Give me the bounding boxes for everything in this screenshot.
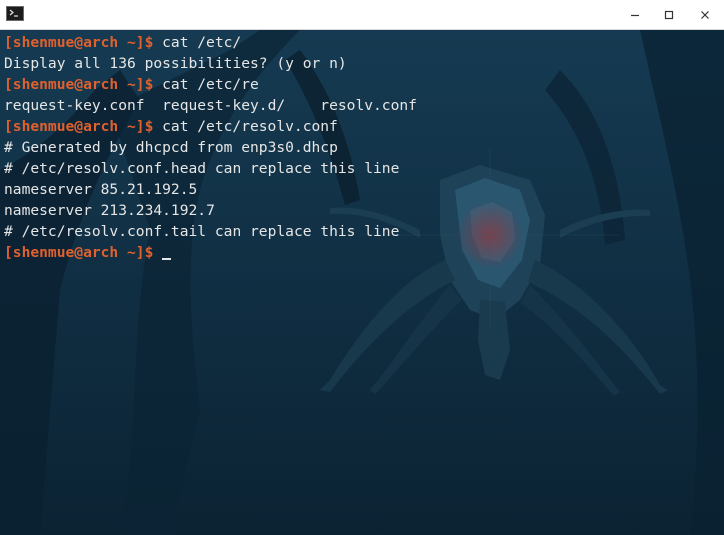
terminal-line: request-key.conf request-key.d/ resolv.c…: [4, 95, 417, 116]
output-text: # Generated by dhcpcd from enp3s0.dhcp: [4, 139, 338, 156]
maximize-icon: [664, 10, 674, 19]
terminal-area[interactable]: [shenmue@arch ~]$ cat /etc/Display all 1…: [0, 30, 724, 535]
terminal-line: [shenmue@arch ~]$ cat /etc/resolv.conf: [4, 116, 417, 137]
terminal-icon: [6, 6, 24, 21]
prompt: [shenmue@arch ~]$: [4, 244, 154, 261]
terminal-line: # Generated by dhcpcd from enp3s0.dhcp: [4, 137, 417, 158]
prompt: [shenmue@arch ~]$: [4, 34, 154, 51]
terminal-window: [shenmue@arch ~]$ cat /etc/Display all 1…: [0, 0, 724, 535]
title-bar[interactable]: [0, 0, 724, 30]
output-text: # /etc/resolv.conf.head can replace this…: [4, 160, 400, 177]
terminal-line: [shenmue@arch ~]$ cat /etc/: [4, 32, 417, 53]
terminal-line: # /etc/resolv.conf.head can replace this…: [4, 158, 417, 179]
output-text: # /etc/resolv.conf.tail can replace this…: [4, 223, 400, 240]
close-icon: [701, 10, 709, 19]
terminal-line: nameserver 213.234.192.7: [4, 200, 417, 221]
output-text: request-key.conf request-key.d/ resolv.c…: [4, 97, 417, 114]
terminal-line: Display all 136 possibilities? (y or n): [4, 53, 417, 74]
terminal-line: nameserver 85.21.192.5: [4, 179, 417, 200]
command-text: cat /etc/resolv.conf: [162, 118, 338, 135]
terminal-line: [shenmue@arch ~]$ cat /etc/re: [4, 74, 417, 95]
terminal-line: # /etc/resolv.conf.tail can replace this…: [4, 221, 417, 242]
prompt: [shenmue@arch ~]$: [4, 76, 154, 93]
close-button[interactable]: [688, 0, 722, 29]
output-text: nameserver 213.234.192.7: [4, 202, 215, 219]
command-text: cat /etc/: [162, 34, 242, 51]
minimize-button[interactable]: [618, 0, 652, 29]
minimize-icon: [631, 14, 639, 16]
prompt: [shenmue@arch ~]$: [4, 118, 154, 135]
terminal-output[interactable]: [shenmue@arch ~]$ cat /etc/Display all 1…: [4, 32, 417, 263]
output-text: Display all 136 possibilities? (y or n): [4, 55, 347, 72]
terminal-line: [shenmue@arch ~]$: [4, 242, 417, 263]
text-cursor: [162, 242, 172, 263]
output-text: nameserver 85.21.192.5: [4, 181, 198, 198]
command-text: cat /etc/re: [162, 76, 259, 93]
maximize-button[interactable]: [652, 0, 686, 29]
